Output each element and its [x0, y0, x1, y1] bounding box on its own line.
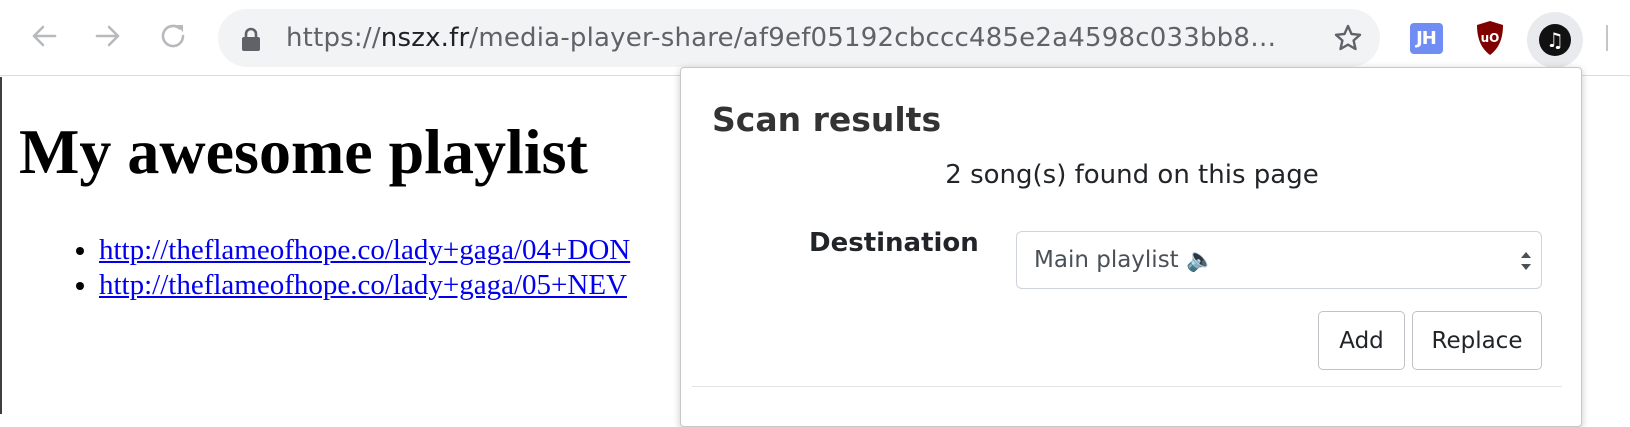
url-path: /media-player-share/af9ef05192cbccc485e2… [469, 23, 1277, 53]
back-arrow-icon [32, 25, 57, 47]
jh-extension-button[interactable]: JH [1406, 18, 1446, 58]
popup-divider [692, 386, 1562, 387]
music-note-icon: ♫ [1539, 24, 1571, 56]
reload-button[interactable] [151, 14, 195, 58]
reload-icon [161, 24, 185, 48]
destination-select[interactable]: Main playlist 🔈 [1016, 231, 1542, 289]
playlist-links: http://theflameofhope.co/lady+gaga/04+DO… [2, 233, 630, 303]
url-text[interactable]: https://nszx.fr/media-player-share/af9ef… [286, 9, 1288, 67]
songs-found-summary: 2 song(s) found on this page [945, 160, 1319, 190]
lock-icon [242, 27, 260, 51]
replace-button[interactable]: Replace [1412, 311, 1542, 370]
song-link-1[interactable]: http://theflameofhope.co/lady+gaga/04+DO… [99, 234, 630, 266]
star-icon [1334, 24, 1362, 51]
forward-button[interactable] [86, 14, 130, 58]
jh-icon: JH [1409, 22, 1443, 54]
ublock-label: uO [1481, 31, 1500, 45]
select-arrows-icon [1521, 252, 1531, 270]
address-bar[interactable]: https://nszx.fr/media-player-share/af9ef… [218, 9, 1380, 67]
destination-selected-value: Main playlist 🔈 [1034, 247, 1215, 273]
back-button[interactable] [22, 14, 66, 58]
popup-title: Scan results [712, 100, 942, 139]
url-scheme: https:// [286, 23, 381, 53]
ublock-shield-icon: uO [1477, 21, 1503, 55]
list-item: http://theflameofhope.co/lady+gaga/05+NE… [99, 268, 630, 303]
browser-toolbar: https://nszx.fr/media-player-share/af9ef… [0, 0, 1630, 76]
list-item: http://theflameofhope.co/lady+gaga/04+DO… [99, 233, 630, 268]
page-heading: My awesome playlist [19, 116, 588, 187]
ublock-extension-button[interactable]: uO [1470, 18, 1510, 58]
bookmark-button[interactable] [1330, 20, 1366, 56]
toolbar-divider [1606, 25, 1608, 51]
scan-results-popup: Scan results 2 song(s) found on this pag… [680, 67, 1582, 427]
forward-arrow-icon [95, 25, 120, 47]
url-host: nszx.fr [380, 23, 470, 53]
media-player-extension-button[interactable]: ♫ [1527, 12, 1583, 68]
add-button[interactable]: Add [1318, 311, 1405, 370]
song-link-2[interactable]: http://theflameofhope.co/lady+gaga/05+NE… [99, 269, 627, 301]
destination-label: Destination [809, 228, 979, 258]
